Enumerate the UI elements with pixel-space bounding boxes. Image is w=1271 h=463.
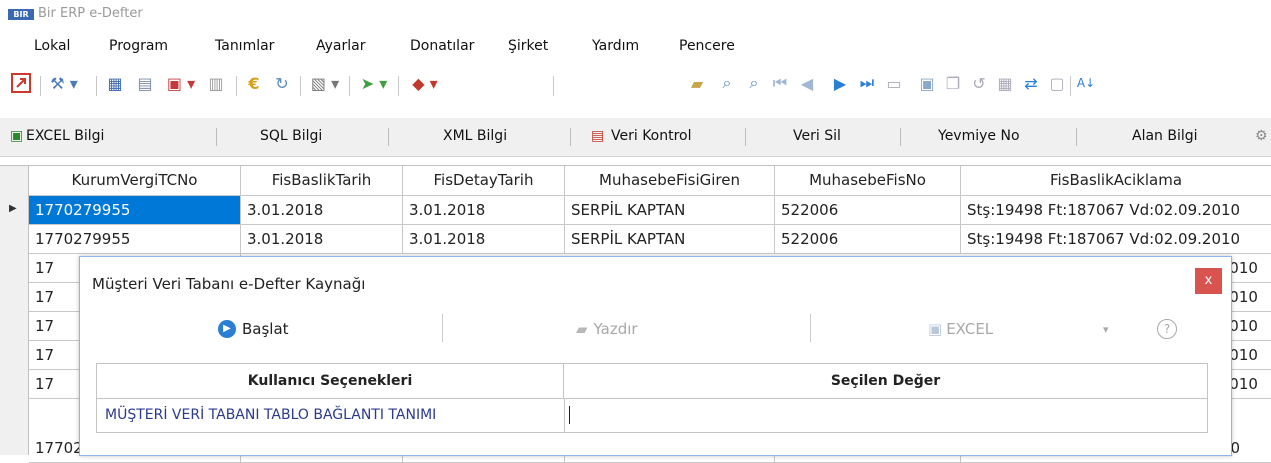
column-header-muhasebefisno[interactable]: MuhasebeFisNo [775, 166, 961, 196]
tools-icon[interactable]: ⚒ ▾ [46, 72, 82, 94]
info-toolbar: ▣ EXCEL Bilgi SQL Bilgi XML Bilgi ▤ Veri… [0, 118, 1271, 157]
window-title: Bir ERP e-Defter [38, 6, 143, 21]
options-table: Kullanıcı Seçenekleri Seçilen Değer MÜŞT… [96, 363, 1208, 433]
menu-bar: Lokal Program Tanımlar Ayarlar Donatılar… [0, 36, 1271, 62]
zoom-icon[interactable]: ⌕ [743, 72, 765, 94]
play-icon: ▶ [218, 320, 236, 338]
printer-icon: ▰ [576, 320, 588, 338]
new-record-icon[interactable]: ▭ [883, 72, 905, 94]
options-column-header: Kullanıcı Seçenekleri [97, 364, 564, 399]
grid-cell[interactable]: 1770279955 [29, 196, 241, 225]
grid-cell[interactable]: 522006 [775, 225, 961, 254]
print-button[interactable]: ▰ Yazdır [576, 317, 638, 341]
tag-icon[interactable]: ◆ ▾ [405, 72, 445, 94]
undo-icon[interactable]: ↺ [968, 72, 990, 94]
column-header-fisbaslikaciklama[interactable]: FisBaslikAciklama [961, 166, 1271, 196]
menu-pencere[interactable]: Pencere [679, 38, 735, 54]
journal-number-button[interactable]: Yevmiye No [938, 128, 1020, 144]
form-icon[interactable]: ▤ [134, 72, 156, 94]
last-record-icon[interactable]: ⏭ [856, 72, 878, 94]
grid-cell[interactable]: SERPİL KAPTAN [565, 225, 775, 254]
exit-icon[interactable] [10, 72, 32, 94]
grid-cell[interactable]: 522006 [775, 196, 961, 225]
grid-cell[interactable]: 3.01.2018 [403, 196, 565, 225]
search-icon[interactable]: ⌕ [716, 72, 738, 94]
column-header-muhasebefisigiren[interactable]: MuhasebeFisiGiren [565, 166, 775, 196]
grid-cell[interactable]: Stş:19498 Ft:187067 Vd:02.09.2010 [961, 225, 1271, 254]
delete-icon[interactable]: ▦ [994, 72, 1016, 94]
icon-toolbar: ⚒ ▾ ▦ ▤ ▣ ▾ ▥ € ↻ ▧ ▾ ➤ ▾ ◆ ▾ ▰ ⌕ ⌕ ⏮ ◀ … [0, 64, 1271, 108]
calendar-icon[interactable]: ▣ ▾ [163, 72, 199, 94]
customer-database-dialog: Müşteri Veri Tabanı e-Defter Kaynağı x ▶… [79, 256, 1232, 456]
data-check-button[interactable]: Veri Kontrol [611, 128, 692, 144]
sync-icon[interactable]: ⇄ [1020, 72, 1042, 94]
menu-tanimlar[interactable]: Tanımlar [215, 38, 274, 54]
text-caret [569, 406, 570, 424]
sql-info-button[interactable]: SQL Bilgi [260, 128, 322, 144]
currency-icon[interactable]: € [243, 72, 265, 94]
column-header-fisbasliktarih[interactable]: FisBaslikTarih [241, 166, 403, 196]
save-icon[interactable]: ▣ [916, 72, 938, 94]
grid-cell[interactable]: Stş:19498 Ft:187067 Vd:02.09.2010 [961, 196, 1271, 225]
excel-dropdown-chevron-down-icon[interactable]: ▾ [1103, 317, 1109, 341]
row-header-column: ▶ [0, 165, 28, 455]
filter-icon[interactable]: ▢ [1046, 72, 1068, 94]
current-row-indicator-icon: ▶ [9, 203, 17, 214]
first-record-icon[interactable]: ⏮ [769, 72, 791, 94]
value-column-header: Seçilen Değer [564, 364, 1207, 399]
title-bar: BIR Bir ERP e-Defter [0, 0, 1271, 30]
start-button-label: Başlat [242, 320, 289, 338]
grid-cell[interactable]: 3.01.2018 [403, 225, 565, 254]
grid-cell[interactable]: SERPİL KAPTAN [565, 196, 775, 225]
menu-program[interactable]: Program [109, 38, 168, 54]
menu-yardim[interactable]: Yardım [592, 38, 639, 54]
next-record-icon[interactable]: ▶ [829, 72, 851, 94]
data-delete-button[interactable]: Veri Sil [793, 128, 841, 144]
start-button[interactable]: ▶ Başlat [218, 317, 289, 341]
menu-donatilar[interactable]: Donatılar [410, 38, 474, 54]
menu-lokal[interactable]: Lokal [34, 38, 70, 54]
grid-cell[interactable]: 1770279955 [29, 225, 241, 254]
excel-button-label: EXCEL [946, 320, 994, 338]
grid-cell[interactable]: 3.01.2018 [241, 225, 403, 254]
copy-icon[interactable]: ❐ [942, 72, 964, 94]
calculator-icon[interactable]: ▦ [104, 72, 126, 94]
sort-az-icon[interactable]: A↓ [1075, 72, 1097, 94]
close-button[interactable]: x [1195, 268, 1222, 294]
help-button[interactable]: ? [1157, 317, 1177, 341]
column-header-kurumvergitcno[interactable]: KurumVergiTCNo [29, 166, 241, 196]
register-icon[interactable]: ▥ [205, 72, 227, 94]
dialog-title: Müşteri Veri Tabanı e-Defter Kaynağı [92, 275, 366, 293]
help-icon: ? [1157, 319, 1177, 339]
report-icon[interactable]: ▧ ▾ [307, 72, 343, 94]
transfer-icon[interactable]: ➤ ▾ [356, 72, 392, 94]
print-button-label: Yazdır [593, 320, 638, 338]
app-logo-icon: BIR [8, 9, 34, 20]
column-header-fisdetaytarih[interactable]: FisDetayTarih [403, 166, 565, 196]
field-info-button[interactable]: Alan Bilgi [1132, 128, 1198, 144]
xml-info-button[interactable]: XML Bilgi [443, 128, 507, 144]
previous-record-icon[interactable]: ◀ [796, 72, 818, 94]
menu-sirket[interactable]: Şirket [508, 38, 548, 54]
check-icon: ▤ [591, 128, 605, 144]
grid-cell[interactable]: 3.01.2018 [241, 196, 403, 225]
menu-ayarlar[interactable]: Ayarlar [316, 38, 365, 54]
settings-icon[interactable]: ⚙ [1255, 128, 1268, 144]
selected-value-input[interactable] [564, 398, 1207, 432]
print-icon[interactable]: ▰ [686, 72, 708, 94]
excel-icon: ▣ [928, 320, 943, 338]
excel-icon: ▣ [10, 128, 24, 144]
excel-info-button[interactable]: EXCEL Bilgi [26, 128, 104, 144]
option-db-connection-definition[interactable]: MÜŞTERİ VERİ TABANI TABLO BAĞLANTI TANIM… [105, 398, 555, 432]
excel-button[interactable]: ▣ EXCEL [928, 317, 993, 341]
refresh-icon[interactable]: ↻ [271, 72, 293, 94]
